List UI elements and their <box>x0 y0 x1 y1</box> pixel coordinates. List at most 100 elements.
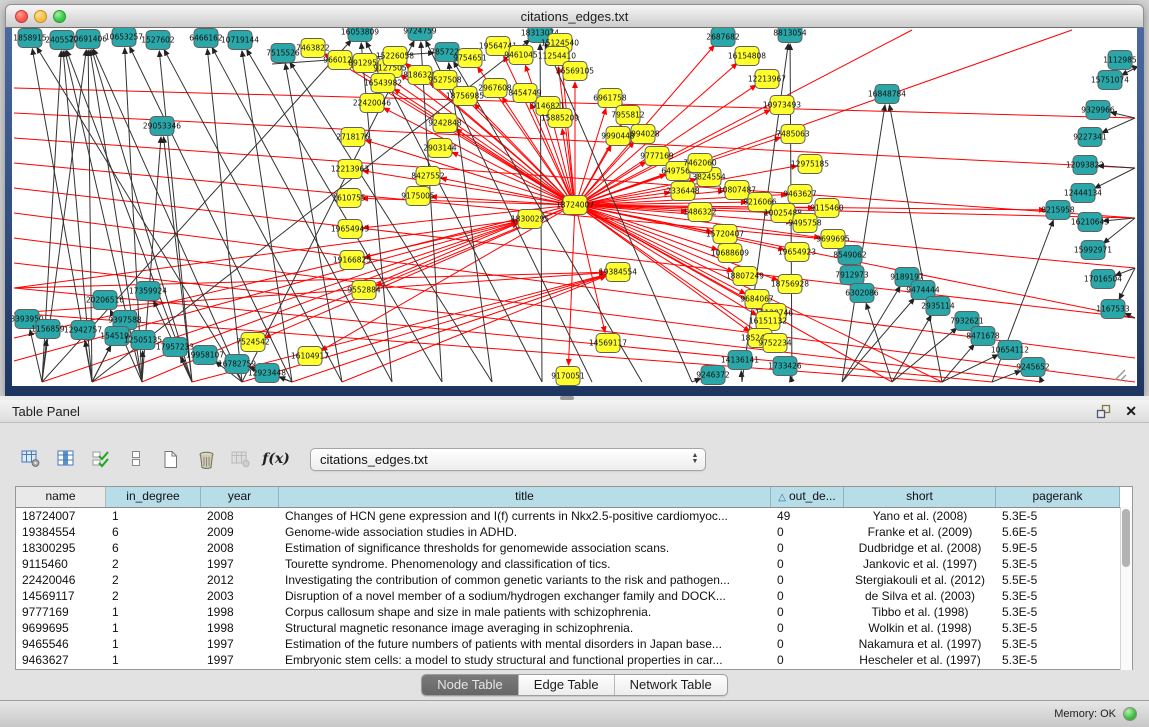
graph-node[interactable]: 16848784 <box>868 85 906 104</box>
table-cell[interactable]: Wolkin et al. (1998) <box>844 620 996 636</box>
graph-node[interactable]: 6961758 <box>593 89 627 108</box>
graph-node[interactable]: 20691406 <box>69 30 107 49</box>
table-cell[interactable]: 1 <box>106 636 201 652</box>
graph-node[interactable]: 7912973 <box>835 266 869 285</box>
graph-node[interactable]: 15720407 <box>706 225 744 244</box>
table-cell[interactable]: 5.3E-5 <box>996 620 1120 636</box>
table-cell[interactable]: 2008 <box>201 540 279 556</box>
graph-node[interactable]: 14136141 <box>721 351 759 370</box>
table-cell[interactable]: 14569117 <box>16 588 106 604</box>
graph-node[interactable]: 10653257 <box>105 28 143 47</box>
table-cell[interactable]: Tibbo et al. (1998) <box>844 604 996 620</box>
table-cell[interactable]: 5.3E-5 <box>996 588 1120 604</box>
graph-node[interactable]: 10973493 <box>763 96 801 115</box>
graph-node[interactable]: 9242848 <box>428 114 462 133</box>
close-panel-icon[interactable]: ✕ <box>1125 404 1137 418</box>
table-cell[interactable]: 5.3E-5 <box>996 556 1120 572</box>
graph-node[interactable]: 12975185 <box>791 155 829 174</box>
graph-node[interactable]: 6466162 <box>189 29 223 48</box>
table-cell[interactable]: 2008 <box>201 508 279 524</box>
table-cell[interactable]: 1 <box>106 652 201 668</box>
table-cell[interactable]: 0 <box>771 588 844 604</box>
graph-node[interactable]: 7462060 <box>683 154 717 173</box>
table-cell[interactable]: 9463627 <box>16 652 106 668</box>
graph-node[interactable]: 9170051 <box>551 367 585 386</box>
table-cell[interactable]: 18300295 <box>16 540 106 556</box>
table-cell[interactable]: Nakamura et al. (1997) <box>844 636 996 652</box>
show-columns-button[interactable] <box>51 444 81 474</box>
graph-node[interactable]: 19166825 <box>333 251 371 270</box>
table-cell[interactable]: 9777169 <box>16 604 106 620</box>
graph-node[interactable]: 1610755 <box>332 189 366 208</box>
table-cell[interactable]: Genome-wide association studies in ADHD. <box>279 524 771 540</box>
graph-node[interactable]: 12942757 <box>64 321 102 340</box>
graph-node[interactable]: 9246372 <box>696 366 730 385</box>
table-cell[interactable]: 2003 <box>201 588 279 604</box>
graph-node[interactable]: 7524542 <box>236 333 270 352</box>
graph-node[interactable]: 8427552 <box>411 167 445 186</box>
table-cell[interactable]: 2 <box>106 588 201 604</box>
graph-node[interactable]: 1858915 <box>13 29 47 48</box>
table-cell[interactable]: 5.3E-5 <box>996 508 1120 524</box>
graph-node[interactable]: 2967608 <box>478 79 512 98</box>
table-cell[interactable]: Hescheler et al. (1997) <box>844 652 996 668</box>
graph-node[interactable]: 7515526 <box>266 44 300 63</box>
graph-node[interactable]: 9752234 <box>758 334 792 353</box>
graph-node[interactable]: 9461045 <box>504 46 538 65</box>
table-cell[interactable]: 22420046 <box>16 572 106 588</box>
graph-node[interactable]: 2718176 <box>336 128 370 147</box>
graph-node[interactable]: 1733426 <box>768 357 802 376</box>
table-cell[interactable]: 1997 <box>201 652 279 668</box>
memory-indicator[interactable] <box>1123 707 1137 721</box>
column-header-short[interactable]: short <box>844 487 996 507</box>
table-cell[interactable]: 0 <box>771 652 844 668</box>
table-cell[interactable]: 5.5E-5 <box>996 572 1120 588</box>
table-cell[interactable]: 5.3E-5 <box>996 652 1120 668</box>
table-cell[interactable]: 1 <box>106 620 201 636</box>
table-cell[interactable]: 9699695 <box>16 620 106 636</box>
table-cell[interactable]: Embryonic stem cells: a model to study s… <box>279 652 771 668</box>
table-cell[interactable]: 2 <box>106 556 201 572</box>
table-cell[interactable]: 0 <box>771 556 844 572</box>
table-cell[interactable]: Investigating the contribution of common… <box>279 572 771 588</box>
graph-node[interactable]: 16154808 <box>728 47 766 66</box>
table-cell[interactable]: Tourette syndrome. Phenomenology and cla… <box>279 556 771 572</box>
table-row[interactable]: 911546021997Tourette syndrome. Phenomeno… <box>16 556 1132 572</box>
graph-node[interactable]: 15992971 <box>1074 241 1112 260</box>
graph-node[interactable]: 19384554 <box>599 263 637 282</box>
graph-node[interactable]: 1527602 <box>141 31 175 50</box>
graph-node[interactable]: 7485063 <box>776 125 810 144</box>
graph-node[interactable]: 10719144 <box>221 31 259 50</box>
graph-node[interactable]: 9552884 <box>347 281 381 300</box>
delete-column-button[interactable] <box>191 444 221 474</box>
column-header-in_degree[interactable]: in_degree <box>106 487 201 507</box>
resize-grip-icon[interactable] <box>1115 370 1127 382</box>
graph-node[interactable]: 2903144 <box>423 139 457 158</box>
table-cell[interactable]: 2012 <box>201 572 279 588</box>
graph-node[interactable]: 6302086 <box>845 284 879 303</box>
table-cell[interactable]: 5.3E-5 <box>996 604 1120 620</box>
tab-network-table[interactable]: Network Table <box>615 675 727 695</box>
table-cell[interactable]: 2 <box>106 572 201 588</box>
network-window-titlebar[interactable]: citations_edges.txt <box>5 4 1144 28</box>
table-cell[interactable]: 6 <box>106 524 201 540</box>
table-cell[interactable]: 9115460 <box>16 556 106 572</box>
graph-node[interactable]: 9115460 <box>810 199 844 218</box>
table-cell[interactable]: 19384554 <box>16 524 106 540</box>
graph-node[interactable]: 20206516 <box>86 291 124 310</box>
graph-node[interactable]: 8215958 <box>1041 201 1075 220</box>
graph-node[interactable]: 12213963 <box>331 160 369 179</box>
table-cell[interactable]: 0 <box>771 540 844 556</box>
graph-node[interactable]: 1167533 <box>1096 300 1130 319</box>
table-row[interactable]: 1872400712008Changes of HCN gene express… <box>16 508 1132 524</box>
graph-node[interactable]: 2336448 <box>666 182 700 201</box>
graph-node[interactable]: 10688609 <box>711 244 749 263</box>
table-cell[interactable]: 5.9E-5 <box>996 540 1120 556</box>
row-checks-button[interactable] <box>86 444 116 474</box>
graph-node[interactable]: 19654943 <box>331 220 369 239</box>
graph-node[interactable]: 12093822 <box>1066 156 1104 175</box>
graph-node[interactable]: 8813054 <box>773 28 807 43</box>
zoom-button[interactable] <box>53 10 66 23</box>
table-cell[interactable]: 1998 <box>201 620 279 636</box>
function-builder-button[interactable]: f(x) <box>261 444 291 474</box>
